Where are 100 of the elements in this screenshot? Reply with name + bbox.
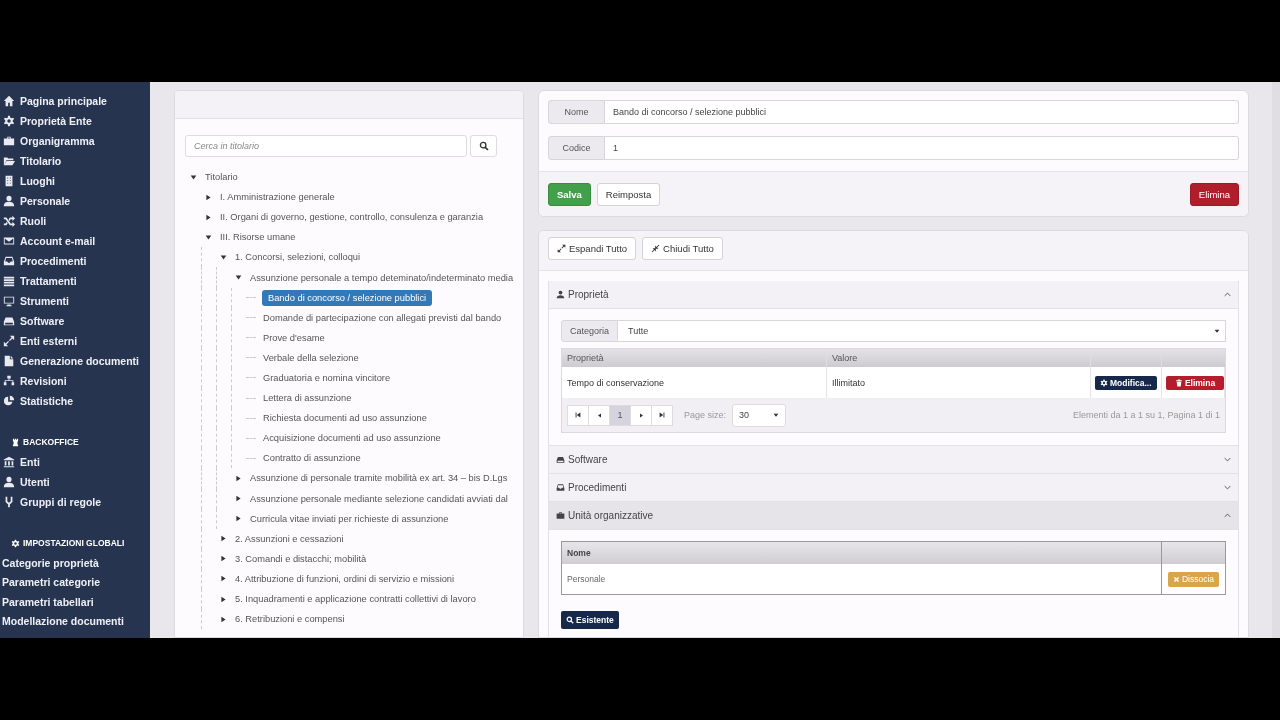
section-heading: IMPOSTAZIONI GLOBALI [11,535,150,551]
tree-item[interactable]: III. Risorse umane [219,229,302,246]
sidebar-item[interactable]: Parametri categorie [0,572,150,592]
sidebar-item[interactable]: Software [0,311,150,331]
tree-toggle[interactable] [235,474,242,482]
tree-item[interactable]: Assunzione personale a tempo deteminato/indeterminato media [249,269,520,286]
last-page-button[interactable] [651,404,673,426]
tree-item[interactable]: Lettera di assunzione [262,390,358,407]
field-label: Nome [548,100,605,124]
tree-toggle[interactable] [205,233,212,241]
bank-icon [3,456,15,468]
pager-summary: Elementi da 1 a 1 su 1, Pagina 1 di 1 [1072,410,1220,420]
inbox-icon [556,483,565,492]
expand-arrows-icon [557,244,566,253]
building-icon [3,175,15,187]
sidebar-item[interactable]: Utenti [0,472,150,492]
page-button[interactable]: 1 [609,404,631,426]
tree-item[interactable]: Assunzione personale mediante selezione candidati avviati dal [249,490,514,507]
page-size-select[interactable]: 30 [732,403,787,427]
tree-item[interactable]: 4. Attribuzione di funzioni, ordini di servizio e missioni [234,570,461,587]
sidebar-item[interactable]: Parametri tabellari [0,592,150,612]
sidebar-item[interactable]: Gruppi di regole [0,492,150,512]
sidebar-item[interactable]: Generazione documenti [0,351,150,371]
tree-item[interactable]: Prove d'esame [262,329,331,346]
tree-item[interactable]: II. Organi di governo, gestione, controllo, consulenza e garanzia [219,209,490,226]
tree-item[interactable]: Verbale della selezione [262,349,365,366]
tree-item[interactable]: Richiesta documenti ad uso assunzione [262,410,433,427]
field-label: Categoria [561,320,618,342]
sidebar-item[interactable]: Account e-mail [0,231,150,251]
input-field[interactable]: 1 [605,136,1239,160]
sidebar-item[interactable]: Luoghi [0,171,150,191]
delete-button[interactable]: Elimina [1166,375,1224,390]
expand-all-button[interactable]: Espandi Tutto [548,237,637,260]
briefcase-icon [556,511,565,520]
sidebar-item[interactable]: Trattamenti [0,271,150,291]
sidebar-item[interactable]: Statistiche [0,391,150,411]
accordion-header[interactable]: Procedimenti [549,474,1238,502]
sidebar-item[interactable]: Enti esterni [0,331,150,351]
tree-item[interactable]: 5. Inquadramenti e applicazione contratti collettivi di lavoro [234,591,482,607]
sidebar-item[interactable]: Modellazione documenti [0,611,150,631]
tree-item[interactable]: Curricula vitae inviati per richieste di assunzione [249,510,455,527]
tree-item[interactable]: 3. Comandi e distacchi; mobilità [234,550,373,567]
search-button[interactable] [470,135,497,157]
sidebar-item[interactable]: Organigramma [0,131,150,151]
panel-title: Proprietà [568,289,610,300]
tree-item[interactable]: 6. Retribuzioni e compensi [234,611,351,628]
tree-toggle[interactable] [235,515,242,523]
envelope-icon [3,235,15,247]
first-page-button[interactable] [567,404,589,426]
drive-icon [556,455,565,464]
delete-button[interactable]: Elimina [1189,183,1239,206]
sidebar-item[interactable]: Proprietà Ente [0,111,150,131]
edit-button[interactable]: Modifica... [1095,375,1157,390]
input-field[interactable]: Bando di concorso / selezione pubblici [605,100,1239,124]
tree-item[interactable]: Contratto di assunzione [262,450,367,467]
accordion-header[interactable]: Proprietà [549,281,1238,309]
tree-item[interactable]: Domande di partecipazione con allegati previsti dal bando [262,309,508,326]
tree-item[interactable]: Acquisizione documenti ad uso assunzione [262,430,447,447]
search-field[interactable]: Cerca in titolario [185,135,467,157]
sidebar-item[interactable]: Revisioni [0,371,150,391]
chevron-down-icon [1224,456,1231,463]
scrollbar[interactable] [1272,82,1280,638]
chevron-up-icon [1224,291,1231,298]
tree-item[interactable]: Bando di concorso / selezione pubblici [262,289,433,306]
sidebar-item[interactable]: Personale [0,191,150,211]
tree-toggle[interactable] [205,213,212,221]
tree-item[interactable]: I. Amministrazione generale [219,189,341,206]
tree-toggle[interactable] [220,535,227,543]
tree-toggle[interactable] [220,253,227,261]
tree-toggle[interactable] [235,495,242,503]
tree-item[interactable]: Titolario [204,169,244,186]
tree-toggle[interactable] [220,595,227,603]
collapse-all-button[interactable]: Chiudi Tutto [642,237,723,260]
category-select[interactable]: Tutte [618,320,1226,342]
tree-item[interactable]: Graduatoria e nomina vincitore [262,370,397,386]
tree-item[interactable]: 1. Concorsi, selezioni, colloqui [234,249,367,266]
sidebar-item[interactable]: Ruoli [0,211,150,231]
briefcase-icon [3,135,15,147]
sidebar-item[interactable]: Categorie proprietà [0,553,150,573]
tree-item[interactable]: 2. Assunzioni e cessazioni [234,530,350,547]
sidebar-item[interactable]: Titolario [0,151,150,171]
reset-button[interactable]: Reimposta [596,183,661,206]
accordion-header[interactable]: Software [549,446,1238,474]
sidebar-item[interactable]: Procedimenti [0,251,150,271]
tree-toggle[interactable] [220,575,227,583]
caret-icon [773,412,780,418]
sidebar-item[interactable]: Strumenti [0,291,150,311]
tree-toggle[interactable] [235,274,242,281]
tree-item[interactable]: Assunzione di personale tramite mobilità ex art. 34 – bis D.Lgs [249,470,514,487]
sidebar-item[interactable]: Enti [0,452,150,472]
sidebar-item[interactable]: Pagina principale [0,91,150,111]
tree-toggle[interactable] [205,193,212,201]
tree-toggle[interactable] [220,615,227,623]
next-icon [638,412,644,418]
list-icon [3,275,15,287]
accordion-header[interactable]: Unità organizzative [549,502,1238,530]
tree-toggle[interactable] [190,173,197,181]
table-cell: Illimitato [827,367,1091,398]
existing-button[interactable]: Esistente [561,611,619,629]
tree-toggle[interactable] [220,555,227,563]
